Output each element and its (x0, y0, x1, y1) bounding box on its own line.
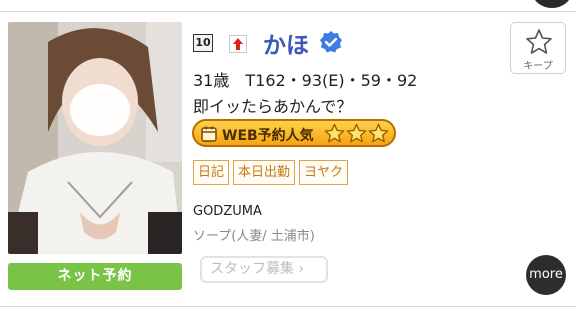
shop-genre: ソープ(人妻/ 土浦市) (193, 229, 315, 244)
verified-icon (319, 30, 343, 54)
profile-photo-image (8, 22, 182, 254)
more-button[interactable]: more (526, 255, 566, 295)
web-badge-label: WEB予約人気 (222, 128, 314, 144)
keep-button[interactable]: キープ (510, 22, 566, 74)
star-outline-icon (526, 29, 552, 54)
catchphrase: 即イッたらあかんで？ (193, 97, 353, 116)
rank-badge: 10 (193, 34, 213, 52)
star-icon (324, 123, 345, 143)
tag-working-today[interactable]: 本日出勤 (233, 160, 296, 185)
rank-up-icon (229, 35, 247, 53)
star-icon (368, 123, 389, 143)
net-reserve-button[interactable]: ネット予約 (8, 263, 182, 290)
cast-stats: 31歳 T162・93(E)・59・92 (193, 71, 418, 90)
tag-diary[interactable]: 日記 (193, 160, 230, 185)
star-icon (346, 123, 367, 143)
staff-recruit-button[interactable]: スタッフ募集 › (200, 256, 328, 283)
calendar-icon (201, 126, 217, 142)
shop-name[interactable]: GODZUMA (193, 204, 262, 219)
top-divider (0, 11, 576, 12)
previous-more-button[interactable] (532, 0, 572, 8)
cast-name[interactable]: かほ (263, 26, 309, 60)
chevron-right-icon: › (298, 261, 305, 277)
web-reserve-popular-badge: WEB予約人気 (192, 119, 396, 147)
popularity-stars (324, 123, 389, 144)
profile-photo[interactable] (8, 22, 182, 254)
keep-label: キープ (523, 61, 553, 72)
staff-recruit-label: スタッフ募集 (210, 261, 294, 277)
tag-reserve[interactable]: ヨヤク (299, 160, 349, 185)
bottom-divider (0, 306, 576, 307)
tag-list: 日記 本日出勤 ヨヤク (193, 160, 349, 185)
